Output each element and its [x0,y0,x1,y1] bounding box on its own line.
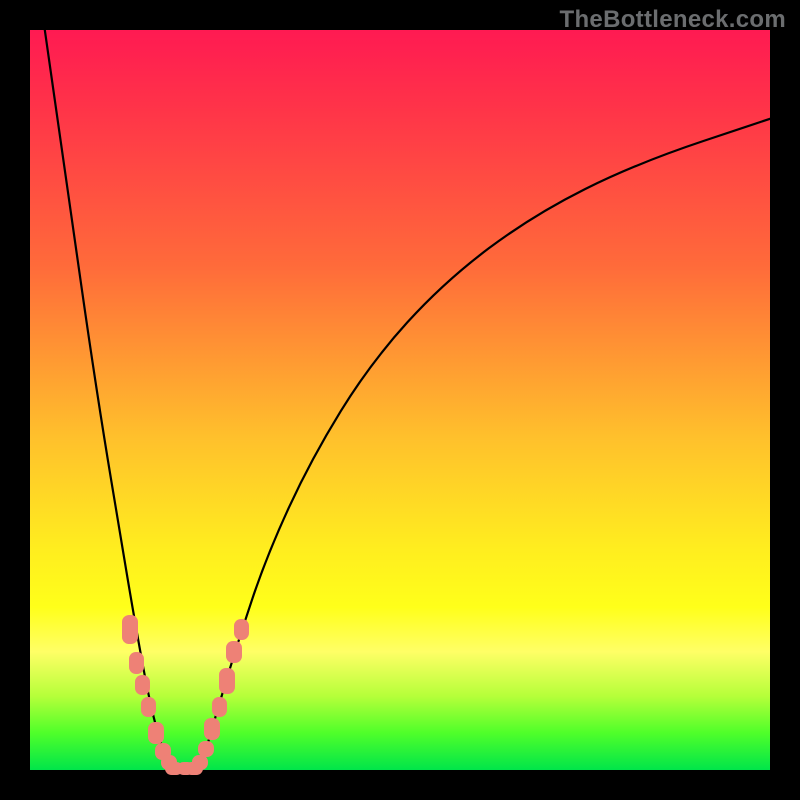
marker-right-6 [234,619,250,640]
curve-right [200,119,770,770]
marker-left-1 [129,652,145,674]
curve-left [45,30,171,770]
chart-stage: TheBottleneck.com [0,0,800,800]
marker-right-4 [219,668,235,694]
marker-right-5 [226,641,242,663]
plot-area [30,30,770,770]
marker-right-1 [198,741,214,757]
marker-bottom-2 [185,762,203,775]
marker-right-2 [204,718,220,740]
marker-right-3 [212,697,228,718]
marker-left-4 [148,722,164,744]
marker-left-2 [135,675,151,696]
marker-left-3 [141,697,157,718]
marker-left-0 [122,615,138,645]
